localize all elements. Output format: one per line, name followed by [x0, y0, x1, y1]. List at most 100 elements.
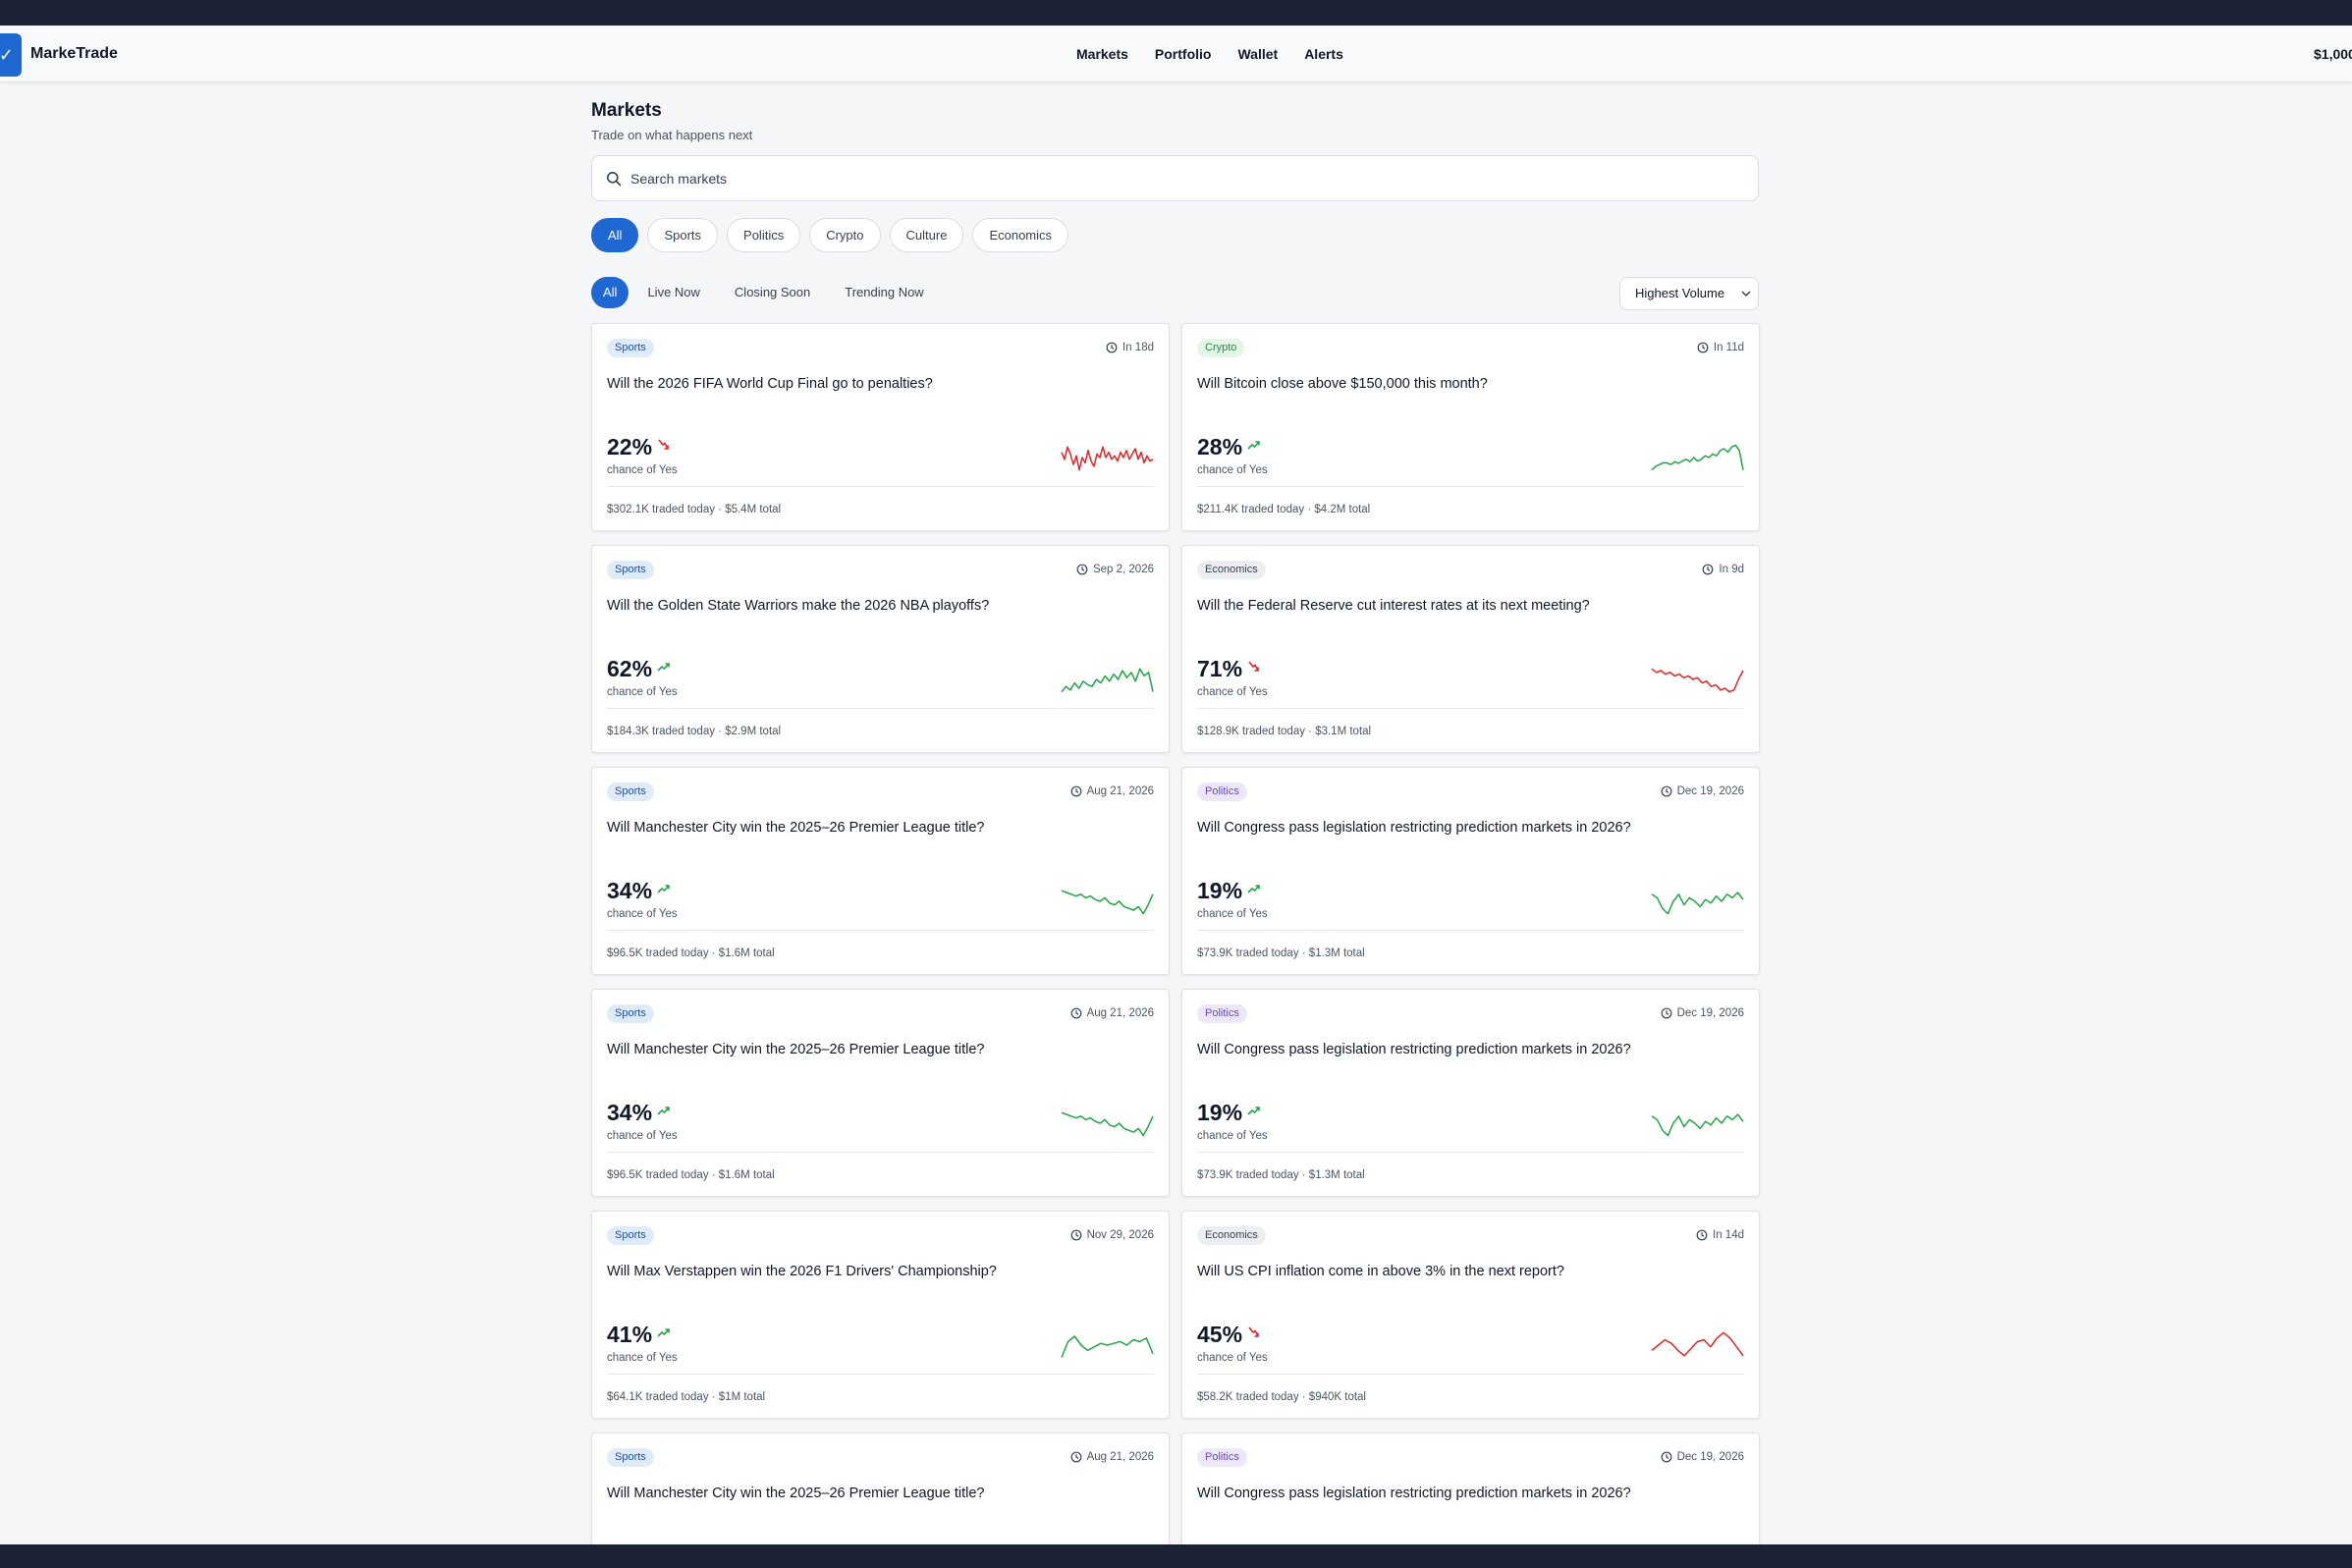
volume-text: $128.9K traded today · $3.1M total — [1197, 726, 1372, 737]
market-question[interactable]: Will the Golden State Warriors make the … — [607, 598, 989, 614]
trend-up-icon — [1247, 1107, 1260, 1115]
nav-markets[interactable]: Markets — [1076, 46, 1128, 62]
market-question[interactable]: Will the Federal Reserve cut interest ra… — [1197, 598, 1590, 614]
card-divider — [1197, 930, 1744, 931]
trend-up-icon — [657, 1107, 670, 1115]
price-sparkline — [1651, 1113, 1744, 1137]
card-divider — [1197, 1152, 1744, 1153]
category-economics[interactable]: Economics — [972, 218, 1069, 252]
close-date-label: In 9d — [1719, 564, 1744, 575]
filter-closing-soon[interactable]: Closing Soon — [719, 277, 826, 308]
status-filters: All Live Now Closing Soon Trending Now H… — [591, 277, 1759, 310]
market-question[interactable]: Will Manchester City win the 2025–26 Pre… — [607, 1486, 984, 1501]
market-card[interactable]: Sports Sep 2, 2026 Will the Golden State W… — [591, 545, 1170, 753]
price-sparkline — [1651, 1331, 1744, 1357]
close-date-label: Aug 21, 2026 — [1086, 1007, 1154, 1019]
clock-icon — [1070, 1007, 1081, 1019]
page-title: Markets — [591, 100, 662, 121]
close-date-label: Sep 2, 2026 — [1092, 564, 1154, 575]
page-subtitle: Trade on what happens next — [591, 128, 753, 142]
market-question[interactable]: Will Manchester City win the 2025–26 Pre… — [607, 1042, 984, 1057]
close-date-label: Dec 19, 2026 — [1676, 785, 1744, 797]
close-date: Aug 21, 2026 — [1070, 1007, 1154, 1019]
clock-icon — [1070, 1229, 1081, 1241]
sort-select[interactable]: Highest Volume — [1619, 277, 1759, 310]
nav-alerts[interactable]: Alerts — [1304, 46, 1343, 62]
chevron-down-icon — [1741, 291, 1751, 297]
brand-name[interactable]: MarkeTrade — [30, 45, 118, 63]
market-question[interactable]: Will Congress pass legislation restricti… — [1197, 1042, 1631, 1057]
nav-wallet[interactable]: Wallet — [1237, 46, 1278, 62]
yes-label: chance of Yes — [607, 464, 678, 476]
wallet-balance[interactable]: $1,000 — [2314, 46, 2352, 62]
category-all[interactable]: All — [591, 218, 639, 252]
clock-icon — [1661, 1451, 1671, 1463]
market-question[interactable]: Will Congress pass legislation restricti… — [1197, 820, 1631, 836]
market-card[interactable]: Sports In 18d Will the 2026 FIFA World Cup… — [591, 323, 1170, 531]
market-card[interactable]: Sports Aug 21, 2026 Will Manchester City w… — [591, 989, 1170, 1197]
category-crypto[interactable]: Crypto — [809, 218, 881, 252]
yes-label: chance of Yes — [607, 1130, 678, 1142]
top-header: ✓ MarkeTrade Markets Portfolio Wallet Al… — [0, 26, 2352, 82]
clock-icon — [1661, 785, 1671, 797]
nav-portfolio[interactable]: Portfolio — [1155, 46, 1212, 62]
price-sparkline — [1061, 1111, 1154, 1137]
card-divider — [607, 1374, 1154, 1375]
price-sparkline — [1651, 444, 1744, 471]
search-input[interactable] — [630, 168, 1711, 189]
market-card[interactable]: Crypto In 11d Will Bitcoin close above $15… — [1181, 323, 1760, 531]
market-question[interactable]: Will Bitcoin close above $150,000 this m… — [1197, 376, 1488, 392]
close-date: Aug 21, 2026 — [1070, 785, 1154, 797]
price-sparkline — [1061, 890, 1154, 915]
volume-text: $58.2K traded today · $940K total — [1197, 1391, 1366, 1403]
category-politics[interactable]: Politics — [727, 218, 801, 252]
clock-icon — [1696, 1229, 1708, 1241]
yes-probability: 34% — [607, 878, 653, 903]
market-question[interactable]: Will US CPI inflation come in above 3% i… — [1197, 1264, 1564, 1279]
market-question[interactable]: Will Max Verstappen win the 2026 F1 Driv… — [607, 1264, 997, 1279]
close-date: Nov 29, 2026 — [1070, 1229, 1154, 1241]
category-tag: Sports — [607, 561, 654, 579]
main-nav: Markets Portfolio Wallet Alerts — [1076, 46, 1343, 62]
market-card[interactable]: Economics In 14d Will US CPI inflation com… — [1181, 1211, 1760, 1419]
yes-label: chance of Yes — [607, 686, 678, 698]
category-sports[interactable]: Sports — [647, 218, 719, 252]
category-culture[interactable]: Culture — [889, 218, 964, 252]
category-chips: All Sports Politics Crypto Culture Econo… — [591, 218, 1759, 252]
logo-mark[interactable]: ✓ — [0, 33, 22, 77]
card-divider — [607, 486, 1154, 487]
market-question[interactable]: Will Manchester City win the 2025–26 Pre… — [607, 820, 984, 836]
filter-trending-now[interactable]: Trending Now — [829, 277, 939, 308]
category-tag: Sports — [607, 783, 654, 801]
volume-text: $73.9K traded today · $1.3M total — [1197, 1169, 1365, 1181]
category-tag: Politics — [1197, 1004, 1247, 1023]
close-date: Dec 19, 2026 — [1661, 1007, 1744, 1019]
market-card[interactable]: Politics Dec 19, 2026 Will Congress pass l… — [1181, 989, 1760, 1197]
trend-up-icon — [1247, 441, 1260, 450]
trend-up-icon — [1247, 885, 1260, 893]
filter-all[interactable]: All — [591, 277, 629, 308]
close-date: Dec 19, 2026 — [1661, 785, 1744, 797]
market-card[interactable]: Economics In 9d Will the Federal Reserve c… — [1181, 545, 1760, 753]
clock-icon — [1070, 785, 1081, 797]
close-date-label: In 11d — [1713, 342, 1744, 353]
volume-text: $73.9K traded today · $1.3M total — [1197, 947, 1365, 959]
close-date-label: Nov 29, 2026 — [1086, 1229, 1154, 1241]
market-card[interactable]: Politics Dec 19, 2026 Will Congress pass l… — [1181, 767, 1760, 975]
close-date: Sep 2, 2026 — [1076, 564, 1154, 575]
card-divider — [607, 1152, 1154, 1153]
sort-selected-value: Highest Volume — [1635, 286, 1725, 300]
market-card[interactable]: Politics Dec 19, 2026 Will Congress pass l… — [1181, 1433, 1760, 1544]
yes-probability: 19% — [1197, 878, 1243, 903]
market-question[interactable]: Will Congress pass legislation restricti… — [1197, 1486, 1631, 1501]
category-tag: Sports — [607, 339, 654, 357]
market-card[interactable]: Sports Nov 29, 2026 Will Max Verstappen wi… — [591, 1211, 1170, 1419]
close-date-label: Dec 19, 2026 — [1676, 1007, 1744, 1019]
volume-text: $96.5K traded today · $1.6M total — [607, 1169, 775, 1181]
yes-probability: 41% — [607, 1322, 653, 1347]
market-card[interactable]: Sports Aug 21, 2026 Will Manchester City w… — [591, 767, 1170, 975]
market-card[interactable]: Sports Aug 21, 2026 Will Manchester City w… — [591, 1433, 1170, 1544]
filter-live-now[interactable]: Live Now — [631, 277, 715, 308]
market-question[interactable]: Will the 2026 FIFA World Cup Final go to… — [607, 376, 933, 392]
clock-icon — [1106, 342, 1118, 353]
